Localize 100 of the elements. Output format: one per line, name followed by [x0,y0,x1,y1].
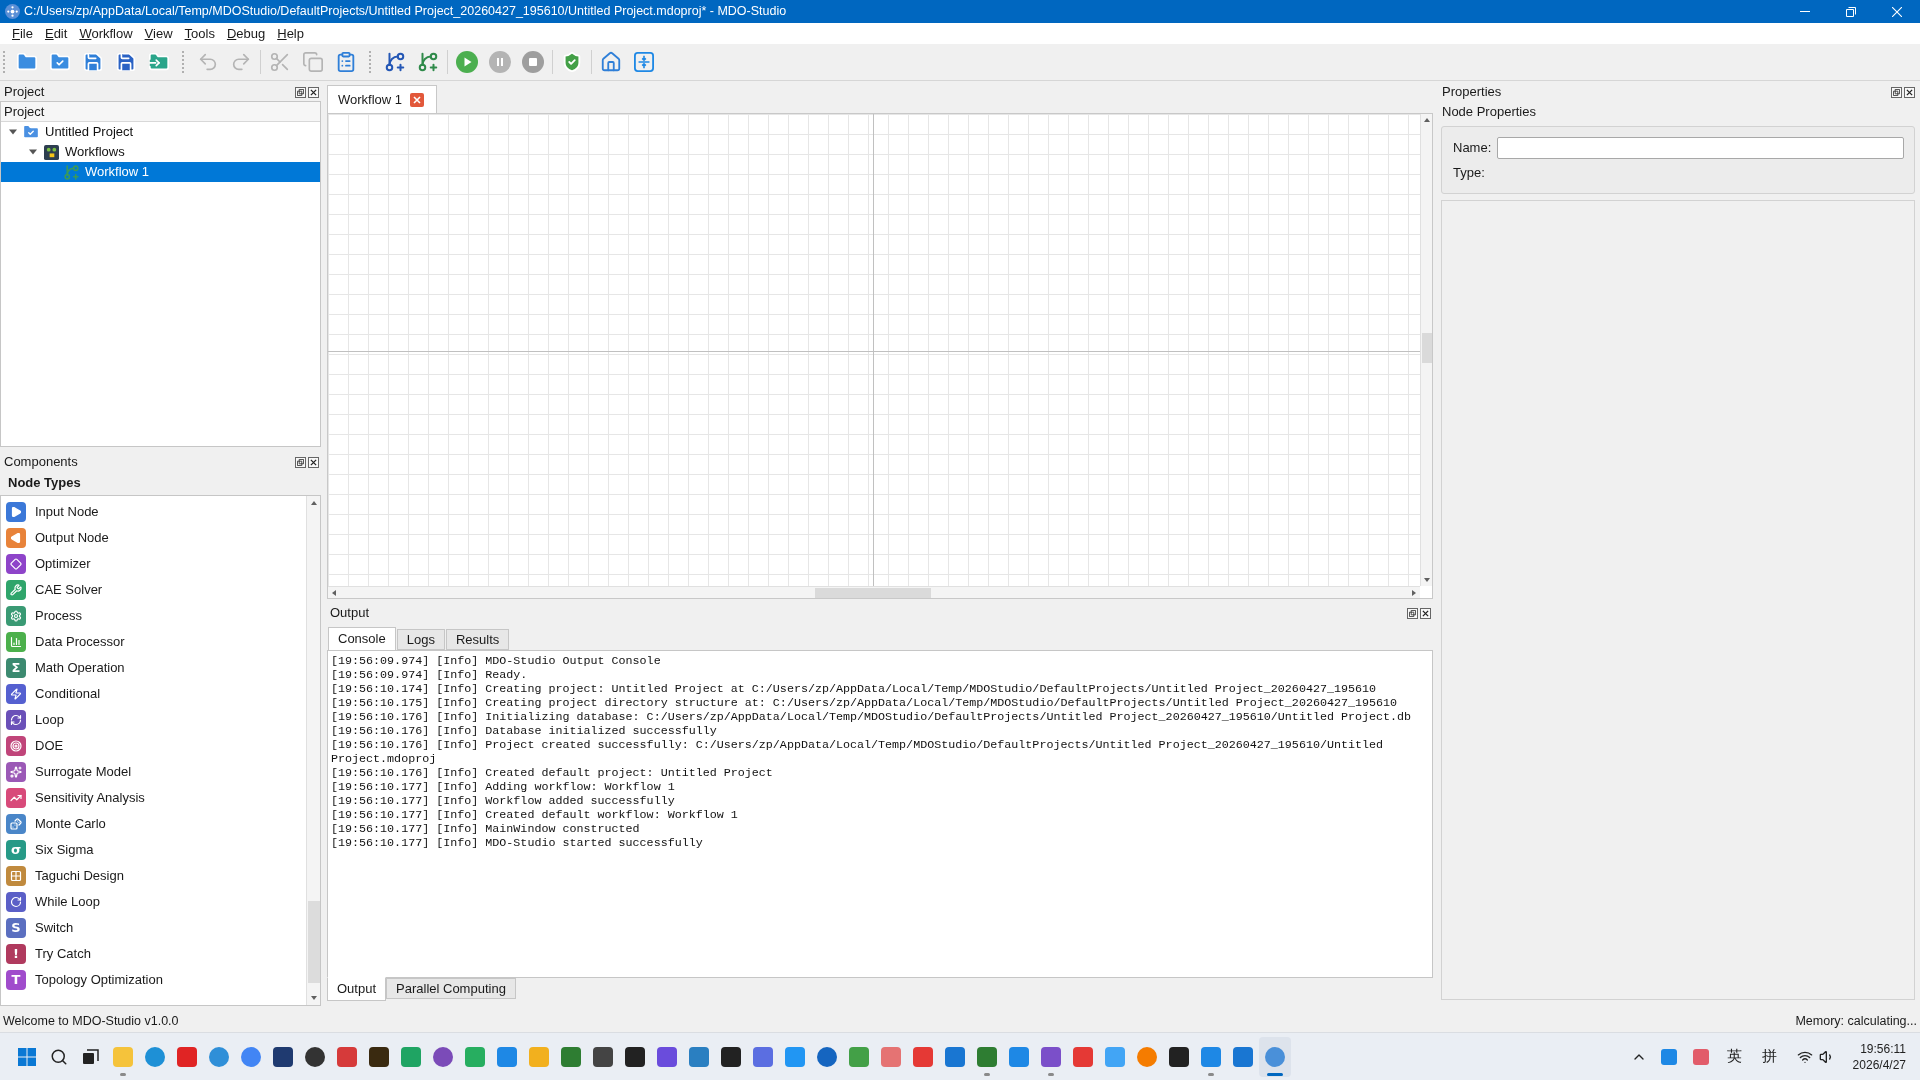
column-header[interactable]: Project [1,102,320,122]
panel-title: Properties [1442,83,1502,102]
node-type-item[interactable]: Conditional [35,684,101,704]
close-button[interactable] [308,86,319,98]
app-icon [689,1046,709,1067]
node-type-item[interactable]: Output Node [35,528,109,548]
window-title: C:/Users/zp/AppData/Local/Temp/MDOStudio/DefaultProjects/Untitled Project_20260427_195610/Untitled Project.mdoproj* - MDO-Studio [24,3,787,21]
expand-arrow-icon[interactable] [29,148,37,156]
expand-arrow-icon[interactable] [9,128,17,136]
node-type-item[interactable]: Taguchi Design [35,866,124,886]
four-squares-icon [18,1047,36,1066]
node-type-item[interactable]: Monte Carlo [35,814,106,834]
node-type-item[interactable]: Switch [35,918,74,938]
node-type-item[interactable]: While Loop [35,892,101,912]
right-arrow-icon[interactable] [1410,588,1418,597]
app-icon [273,1046,293,1067]
node-type-item[interactable]: Data Processor [35,632,125,652]
console-line: [19:56:09.974] [Info] Ready. [331,668,529,682]
app-icon [1265,1046,1285,1067]
app-icon [1073,1046,1093,1067]
console-line: [19:56:10.177] [Info] MainWindow constructed [331,822,641,836]
input-method-indicator[interactable]: 英 [1716,1045,1752,1068]
node-type-item[interactable]: Process [35,606,82,626]
left-arrow-icon[interactable] [330,588,338,597]
float-button[interactable] [295,456,306,468]
scrollbar-thumb[interactable] [815,587,931,598]
tree-item[interactable]: Workflows [1,142,320,162]
close-button[interactable] [308,456,319,468]
dotted-circle-icon [5,4,20,19]
tab[interactable]: Results [445,629,510,650]
restore-icon [1409,609,1416,617]
input-method-indicator[interactable]: 拼 [1751,1045,1787,1068]
console-line: [19:56:10.177] [Info] Created default workflow: Workflow 1 [331,808,739,822]
app-icon [369,1046,389,1067]
close-icon [310,88,317,96]
menu-item[interactable]: Debug [220,23,272,44]
app-icon [945,1046,965,1067]
float-button[interactable] [1407,607,1418,619]
app-icon [753,1046,773,1067]
app-icon [1137,1046,1157,1067]
console-line: [19:56:10.176] [Info] Project created successfully: C:/Users/zp/AppData/Local/Temp/MDOStudio/DefaultProjects/Untitled Project_20260427_195610/Untitled Project.mdoproj [331,738,1385,766]
close-tab-button[interactable] [410,92,425,107]
float-button[interactable] [295,86,306,98]
menu-item[interactable]: Edit [38,23,74,44]
app-icon [849,1046,869,1067]
console-line: [19:56:10.176] [Info] Created default project: Untitled Project [331,766,774,780]
float-button[interactable] [1891,86,1902,98]
tree-item[interactable]: Workflow 1 [1,162,320,182]
scrollbar[interactable] [1420,114,1432,586]
app-icon [817,1046,837,1067]
close-button[interactable] [1420,607,1431,619]
node-type-item[interactable]: Try Catch [35,944,91,964]
down-arrow-icon[interactable] [309,994,318,1002]
node-type-item[interactable]: Six Sigma [35,840,94,860]
app-icon [209,1046,229,1067]
scrollbar-thumb[interactable] [307,901,320,983]
node-type-item[interactable]: Optimizer [35,554,91,574]
clock-time[interactable]: 19:56:11 [1860,1040,1906,1057]
close-icon [413,95,422,104]
tray-app-icon[interactable] [1660,1048,1677,1065]
menu-item[interactable]: File [6,23,39,44]
up-arrow-icon[interactable] [309,499,318,507]
scrollbar-thumb[interactable] [1421,333,1432,363]
up-arrow-icon[interactable] [1422,116,1431,124]
node-type-item[interactable]: Surrogate Model [35,762,132,782]
console-line: [19:56:10.177] [Info] Workflow added successfully [331,794,676,808]
node-type-item[interactable]: Math Operation [35,658,125,678]
app-icon [913,1046,933,1067]
menu-item[interactable]: Workflow [73,23,139,44]
scrollbar[interactable] [328,586,1420,598]
menu-item[interactable]: Help [271,23,310,44]
menu-item[interactable]: Tools [178,23,221,44]
scrollbar[interactable] [306,496,320,1005]
down-arrow-icon[interactable] [1422,576,1431,584]
tab[interactable]: Console [328,627,396,651]
app-icon [337,1046,357,1067]
tray-app-icon[interactable] [1692,1048,1709,1065]
node-type-item[interactable]: DOE [35,736,64,756]
clock-date[interactable]: 2026/4/27 [1852,1056,1906,1073]
app-icon [881,1046,901,1067]
tab[interactable]: Parallel Computing [386,978,516,999]
node-type-item[interactable]: CAE Solver [35,580,103,600]
tab[interactable]: Logs [396,629,445,650]
app-icon [1201,1046,1221,1067]
name-input[interactable] [1497,137,1904,159]
menu-item[interactable]: View [138,23,179,44]
console-line: [19:56:10.177] [Info] MDO-Studio started successfully [331,836,704,850]
app-icon [977,1046,997,1067]
close-button[interactable] [1904,86,1915,98]
node-type-item[interactable]: Loop [35,710,64,730]
panel-title: Components [4,453,78,472]
node-type-item[interactable]: Input Node [35,502,99,522]
node-type-symbol: T [6,970,26,990]
tree-item[interactable]: Untitled Project [1,122,320,142]
node-type-item[interactable]: Sensitivity Analysis [35,788,145,808]
restore-icon [1893,88,1900,96]
editor-tab[interactable]: Workflow 1 [327,85,438,113]
app-icon [1105,1046,1125,1067]
node-type-item[interactable]: Topology Optimization [35,970,163,990]
tab[interactable]: Output [327,977,387,1001]
